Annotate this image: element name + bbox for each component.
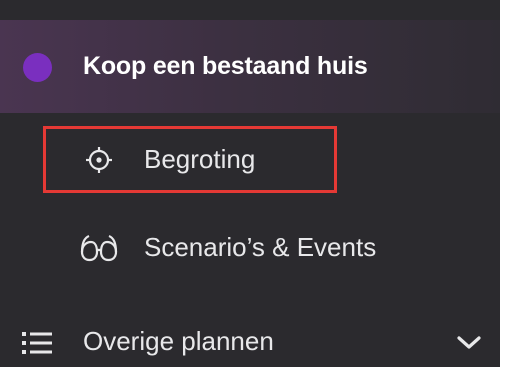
nav-item-label: Scenario’s & Events: [144, 232, 377, 262]
section-label: Overige plannen: [83, 326, 274, 356]
nav-item-begroting[interactable]: Begroting: [43, 126, 337, 193]
sidebar-panel: Koop een bestaand huis Begroting Scenari…: [0, 0, 500, 367]
plan-header[interactable]: Koop een bestaand huis: [0, 20, 500, 113]
list-icon: [22, 331, 52, 355]
nav-item-label: Begroting: [144, 144, 256, 174]
sidebar-top-strip: [0, 0, 500, 20]
chevron-down-icon[interactable]: [456, 334, 482, 352]
screenshot-frame: Koop een bestaand huis Begroting Scenari…: [0, 0, 507, 367]
glasses-icon: [78, 234, 120, 262]
plan-title: Koop een bestaand huis: [83, 52, 368, 80]
crosshair-icon: [85, 146, 113, 174]
plan-color-dot-icon: [23, 53, 52, 82]
section-overige-plannen[interactable]: Overige plannen: [0, 318, 500, 367]
